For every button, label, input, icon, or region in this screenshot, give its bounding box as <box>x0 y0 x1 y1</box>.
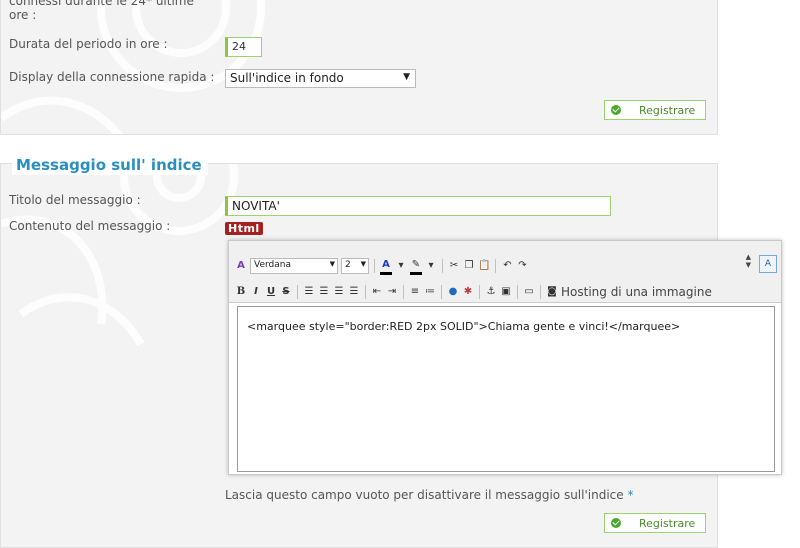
copy-icon[interactable]: ❐ <box>463 259 475 273</box>
bullet-list-icon[interactable]: ≔ <box>424 285 436 299</box>
duration-input[interactable]: 24 <box>225 37 262 57</box>
cut-icon[interactable]: ✂ <box>448 259 460 273</box>
align-right-icon[interactable]: ☰ <box>333 285 345 299</box>
save-button-label: Registrare <box>639 516 696 530</box>
font-family-value: Verdana <box>254 260 291 270</box>
table-icon[interactable]: ▭ <box>523 285 535 299</box>
undo-icon[interactable]: ↶ <box>501 259 513 273</box>
font-size-select[interactable]: 2 ▼ <box>341 258 369 274</box>
message-title-input[interactable]: NOVITA' <box>225 196 611 216</box>
align-justify-icon[interactable]: ☰ <box>348 285 360 299</box>
quick-display-label: Display della connessione rapida : <box>9 70 215 84</box>
check-icon <box>611 105 621 115</box>
image-hosting-button[interactable]: Hosting di una immagine <box>561 285 712 299</box>
toolbar-separator <box>517 285 518 299</box>
italic-icon[interactable]: I <box>250 285 262 299</box>
align-left-icon[interactable]: ☰ <box>303 285 315 299</box>
align-center-icon[interactable]: ☰ <box>318 285 330 299</box>
bold-icon[interactable]: B <box>235 285 247 299</box>
toolbar-separator <box>403 285 404 299</box>
chevron-down-icon: ▼ <box>403 72 410 82</box>
unlink-icon[interactable]: ✱ <box>462 285 474 299</box>
required-star: * <box>627 488 634 502</box>
underline-icon[interactable]: U <box>265 285 277 299</box>
chevron-down-icon[interactable]: ▾ <box>425 259 437 273</box>
hint-text: Lascia questo campo vuoto per disattivar… <box>225 488 633 502</box>
editor-toolbar: A Verdana ▼ 2 ▼ A ▾ ✎ ▾ ✂ ❐ 📋 ↶ ↷ ▲ ▼ A B <box>229 241 781 303</box>
chevron-down-icon: ▼ <box>360 260 366 268</box>
rich-text-editor[interactable]: A Verdana ▼ 2 ▼ A ▾ ✎ ▾ ✂ ❐ 📋 ↶ ↷ ▲ ▼ A B <box>228 240 782 475</box>
editor-content-area[interactable]: <marquee style="border:RED 2px SOLID">Ch… <box>237 306 775 472</box>
quick-display-value: Sull'indice in fondo <box>230 71 344 85</box>
toggle-mode-icon[interactable]: A <box>759 255 777 273</box>
format-style-icon[interactable]: A <box>235 259 247 273</box>
indent-icon[interactable]: ⇥ <box>386 285 398 299</box>
paste-icon[interactable]: 📋 <box>478 259 490 273</box>
resize-arrows-icon[interactable]: ▲ ▼ <box>746 253 751 269</box>
toolbar-separator <box>495 259 497 273</box>
message-title-label: Titolo del messaggio : <box>9 193 141 207</box>
save-button-bottom[interactable]: Registrare <box>604 513 706 533</box>
quick-display-select[interactable]: Sull'indice in fondo ▼ <box>225 69 416 88</box>
section-divider <box>0 163 12 164</box>
section-title: Messaggio sull' indice <box>12 155 208 175</box>
strikethrough-icon[interactable]: S <box>280 285 292 299</box>
toolbar-separator <box>540 285 541 299</box>
image-icon[interactable]: ▣ <box>500 285 512 299</box>
font-size-value: 2 <box>345 260 351 270</box>
link-icon[interactable]: ● <box>447 285 459 299</box>
font-family-select[interactable]: Verdana ▼ <box>250 258 338 274</box>
check-icon <box>611 518 621 528</box>
online-hours-label: connessi durante le 24* ultime ore : <box>9 0 194 22</box>
save-button-label: Registrare <box>639 103 696 117</box>
save-button-top[interactable]: Registrare <box>604 100 706 120</box>
chevron-down-icon: ▼ <box>329 260 335 268</box>
camera-icon[interactable]: ◙ <box>546 285 558 299</box>
toolbar-row-2: B I U S ☰ ☰ ☰ ☰ ⇤ ⇥ ≡ ≔ ● ✱ ⚓ ▣ ▭ ◙ Host… <box>235 281 712 303</box>
toolbar-separator <box>374 259 375 273</box>
toolbar-separator <box>479 285 480 299</box>
text-color-icon[interactable]: A <box>380 258 392 275</box>
toolbar-row-1: A Verdana ▼ 2 ▼ A ▾ ✎ ▾ ✂ ❐ 📋 ↶ ↷ <box>235 255 528 277</box>
chevron-down-icon[interactable]: ▾ <box>395 259 407 273</box>
anchor-icon[interactable]: ⚓ <box>485 285 497 299</box>
redo-icon[interactable]: ↷ <box>516 259 528 273</box>
toolbar-separator <box>297 285 298 299</box>
message-content-label: Contenuto del messaggio : <box>9 219 171 233</box>
toolbar-separator <box>441 285 442 299</box>
toolbar-separator <box>365 285 366 299</box>
hint-message: Lascia questo campo vuoto per disattivar… <box>225 488 624 502</box>
duration-label: Durata del periodo in ore : <box>9 37 168 51</box>
ordered-list-icon[interactable]: ≡ <box>409 285 421 299</box>
html-badge: Html <box>225 222 263 235</box>
highlight-color-icon[interactable]: ✎ <box>410 258 422 275</box>
toolbar-separator <box>442 259 443 273</box>
outdent-icon[interactable]: ⇤ <box>371 285 383 299</box>
